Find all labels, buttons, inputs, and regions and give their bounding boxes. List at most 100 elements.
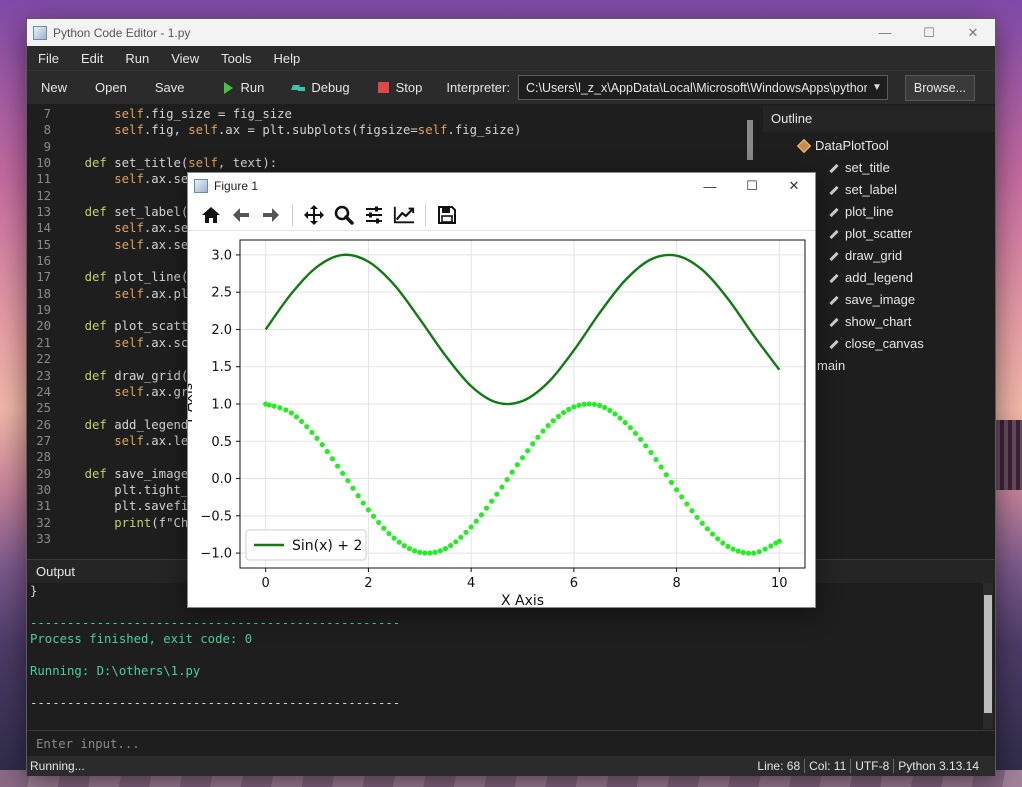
browse-button[interactable]: Browse... [904, 74, 975, 101]
outline-method-label: set_label [845, 182, 898, 197]
scatter-point [447, 543, 454, 549]
figure-minimize-button[interactable]: — [689, 179, 731, 194]
status-running: Running... [30, 759, 85, 773]
code-line: self.fig_size = fig_size [55, 106, 521, 122]
code-token: .ax.le [143, 433, 189, 448]
scatter-point [304, 424, 310, 430]
scatter-point [679, 494, 685, 500]
scatter-point [370, 513, 377, 519]
code-token: self [417, 123, 448, 138]
code-token: self [114, 433, 144, 448]
interpreter-select[interactable]: C:\Users\l_z_x\AppData\Local\Microsoft\W… [517, 75, 888, 100]
save-label: Save [154, 80, 185, 95]
method-icon [829, 163, 839, 173]
minimize-button[interactable]: — [863, 19, 907, 46]
console-input[interactable]: Enter input... [27, 730, 995, 756]
scatter-point [720, 540, 726, 546]
scatter-point [576, 402, 582, 408]
scatter-point [653, 456, 659, 463]
line-number: 8 [43, 123, 51, 138]
scatter-point [648, 449, 654, 456]
menu-file[interactable]: File [27, 51, 70, 66]
open-button[interactable]: Open [81, 73, 141, 103]
output-line: Process finished, exit code: 0 [30, 632, 253, 646]
scatter-point [627, 425, 633, 431]
code-token: .ax.se [143, 172, 189, 187]
maximize-button[interactable]: ☐ [907, 19, 951, 46]
code-token: .ax = plt.subplots(figsize= [217, 123, 418, 138]
editor-scrollbar-thumb[interactable] [747, 120, 753, 160]
y-tick-label: 2.0 [211, 323, 232, 338]
scatter-point [432, 549, 438, 555]
line-number: 14 [36, 221, 51, 236]
code-token: def [84, 319, 107, 334]
scatter-point [632, 430, 639, 436]
menu-run[interactable]: Run [114, 51, 160, 66]
code-token: self [114, 107, 144, 121]
scatter-point [376, 519, 382, 526]
scatter-point [381, 525, 387, 531]
code-line: self.fig, self.ax = plt.subplots(figsize… [55, 122, 521, 138]
line-number: 16 [36, 254, 51, 269]
edit-axis-icon[interactable] [393, 204, 415, 226]
plot-canvas[interactable]: 0 2 4 6 8 10 −1.0 −0.5 0.0 0.5 1.0 1.5 2.0 2.5 3.0 X Ax… [188, 231, 815, 607]
figure-close-button[interactable]: ✕ [773, 178, 815, 194]
figure-maximize-button[interactable]: ☐ [731, 178, 773, 194]
close-button[interactable]: ✕ [951, 19, 995, 46]
scatter-point [463, 529, 469, 535]
scatter-point [396, 539, 402, 545]
run-button[interactable]: Run [210, 73, 278, 103]
menu-tools[interactable]: Tools [210, 51, 262, 66]
scatter-point [334, 463, 341, 469]
code-token: add_legend [106, 417, 189, 432]
scatter-point [468, 524, 474, 530]
code-token: self [114, 237, 144, 252]
scatter-point [299, 418, 305, 425]
configure-subplots-icon[interactable] [363, 204, 385, 226]
scatter-point [458, 534, 464, 540]
y-axis-label: Y Axis [188, 383, 196, 426]
save-icon[interactable] [436, 204, 458, 226]
stop-button[interactable]: Stop [364, 73, 437, 103]
scatter-point [509, 469, 515, 475]
pan-icon[interactable] [303, 204, 325, 226]
scatter-point [283, 407, 289, 413]
code-token: draw_grid( [106, 368, 189, 383]
menu-help[interactable]: Help [263, 51, 312, 66]
scatter-point [319, 442, 325, 448]
scatter-point [571, 404, 577, 410]
debug-button[interactable]: Debug [278, 73, 363, 103]
home-icon[interactable] [200, 204, 222, 226]
scatter-point [591, 401, 598, 407]
outline-class-item[interactable]: DataPlotTool [763, 135, 995, 157]
scatter-point [622, 420, 628, 426]
forward-arrow-icon[interactable] [260, 204, 282, 226]
scatter-point [489, 498, 495, 504]
scatter-point [365, 507, 372, 513]
code-token: .fig, [143, 123, 189, 138]
scatter-point [699, 520, 705, 526]
output-scrollbar[interactable] [983, 583, 993, 729]
zoom-icon[interactable] [333, 204, 355, 226]
scatter-point [730, 546, 736, 552]
menu-edit[interactable]: Edit [70, 51, 114, 66]
new-button[interactable]: New [27, 73, 81, 103]
scatter-point [756, 549, 762, 555]
line-number: 21 [36, 335, 51, 350]
outline-method-label: show_chart [845, 314, 912, 329]
save-button[interactable]: Save [141, 73, 199, 103]
menu-view[interactable]: View [160, 51, 210, 66]
y-tick-label: −0.5 [200, 509, 232, 524]
code-token: print [114, 515, 152, 530]
scatter-point [725, 543, 731, 549]
output-scrollbar-thumb[interactable] [984, 595, 992, 713]
back-arrow-icon[interactable] [230, 204, 252, 226]
scatter-point [494, 491, 500, 497]
scatter-point [453, 539, 459, 545]
method-icon [829, 339, 839, 349]
